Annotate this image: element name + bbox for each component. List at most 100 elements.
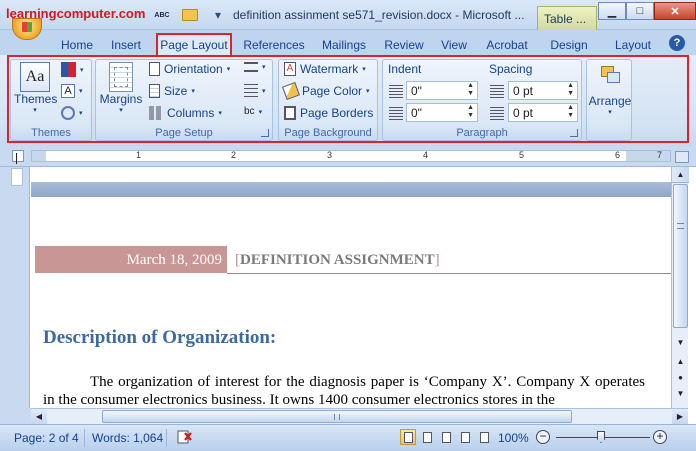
theme-colors-button[interactable]: ▾ — [61, 62, 84, 77]
page-color-label: Page Color — [302, 84, 363, 98]
minimize-button[interactable]: ▁ — [598, 2, 626, 20]
page-color-icon — [282, 82, 300, 100]
columns-label: Columns — [167, 106, 215, 120]
page-background-group: A Watermark ▾ Page Color ▾ Page Borders Pag… — [278, 59, 378, 141]
spacing-after-field[interactable]: 0 pt ▲ ▼ — [508, 103, 578, 122]
zoom-out-button[interactable]: − — [536, 430, 550, 444]
outline-view-button[interactable] — [457, 429, 473, 445]
margins-button[interactable]: Margins ▾ — [98, 62, 144, 114]
columns-icon — [149, 106, 163, 120]
page-setup-group-label: Page Setup — [155, 127, 213, 139]
indent-right-icon — [389, 107, 403, 121]
scroll-right-button[interactable]: ▶ — [672, 409, 688, 424]
arrange-group: Arrange ▾ — [586, 59, 632, 141]
draft-view-button[interactable] — [476, 429, 492, 445]
indent-right-field[interactable]: 0" ▲ ▼ — [406, 103, 478, 122]
tab-selector-icon[interactable] — [12, 150, 24, 162]
title-bar: learningcomputer.com ABC ▾ definition as… — [0, 0, 696, 30]
hyphenation-icon: bc — [244, 106, 255, 117]
spacing-heading: Spacing — [489, 62, 533, 76]
ruler-number: 4 — [423, 150, 429, 160]
themes-group: Aa Themes ▾ ▾ A ▾ ▾ Themes — [10, 59, 92, 141]
line-numbers-button[interactable]: ▾ — [244, 84, 266, 98]
page-count-status[interactable]: Page: 2 of 4 — [14, 431, 79, 445]
zoom-in-button[interactable]: + — [653, 430, 667, 444]
watermark-button[interactable]: A Watermark ▾ — [284, 62, 366, 76]
columns-button[interactable]: Columns ▾ — [149, 106, 222, 120]
scroll-left-button[interactable]: ◀ — [31, 409, 47, 424]
horizontal-scroll-thumb[interactable] — [102, 410, 572, 423]
print-layout-view-button[interactable] — [400, 429, 416, 445]
themes-label: Themes — [14, 92, 58, 106]
tab-mailings[interactable]: Mailings — [317, 33, 371, 55]
spelling-icon[interactable]: ABC — [150, 5, 174, 25]
theme-effects-icon — [61, 106, 75, 120]
themes-dropdown-icon: ▾ — [33, 107, 37, 114]
tab-insert[interactable]: Insert — [106, 33, 146, 55]
next-page-button[interactable]: ▼ — [672, 387, 689, 401]
help-icon[interactable]: ? — [669, 35, 685, 51]
tab-home[interactable]: Home — [57, 33, 97, 55]
page-break-gap — [31, 182, 671, 197]
select-browse-object-button[interactable]: ● — [672, 371, 689, 385]
word-count-status[interactable]: Words: 1,064 — [92, 431, 163, 445]
header-title: [DEFINITION ASSIGNMENT] — [235, 252, 440, 268]
margins-icon — [109, 62, 133, 92]
orientation-button[interactable]: Orientation ▾ — [149, 62, 230, 76]
page-borders-icon — [284, 106, 296, 120]
web-layout-view-button[interactable] — [438, 429, 454, 445]
maximize-button[interactable]: □ — [626, 2, 654, 20]
breaks-button[interactable]: ▾ — [244, 62, 266, 72]
ruler-number: 2 — [231, 150, 237, 160]
indent-left-field[interactable]: 0" ▲ ▼ — [406, 81, 478, 100]
tab-page-layout[interactable]: Page Layout — [156, 33, 232, 55]
tab-layout[interactable]: Layout — [609, 33, 657, 55]
hyphenation-button[interactable]: bc ▾ — [244, 106, 262, 117]
open-folder-icon[interactable] — [178, 5, 202, 25]
indent-left-icon — [389, 85, 403, 99]
previous-page-bottom — [31, 167, 671, 182]
vertical-scroll-thumb[interactable] — [673, 184, 688, 328]
horizontal-scrollbar[interactable]: ◀ ▶ — [31, 408, 688, 424]
document-page[interactable]: March 18, 2009 [DEFINITION ASSIGNMENT] D… — [31, 167, 671, 408]
size-button[interactable]: Size ▾ — [149, 84, 195, 98]
tab-references[interactable]: References — [241, 33, 307, 55]
themes-button[interactable]: Aa Themes ▾ — [14, 62, 58, 114]
horizontal-ruler[interactable]: 1 2 3 4 5 6 7 — [31, 150, 671, 162]
tab-review[interactable]: Review — [381, 33, 427, 55]
vertical-scrollbar[interactable]: ▲ ▼ ▲ ● ▼ — [671, 167, 689, 408]
tab-design[interactable]: Design — [545, 33, 593, 55]
status-bar: Page: 2 of 4 Words: 1,064 100% − + — [0, 424, 696, 451]
page-color-button[interactable]: Page Color ▾ — [282, 82, 370, 100]
orientation-label: Orientation — [164, 62, 223, 76]
theme-effects-button[interactable]: ▾ — [61, 106, 83, 120]
header-rule — [227, 273, 671, 274]
ribbon-tab-strip: Home Insert Page Layout References Maili… — [0, 30, 696, 55]
watermark-label: Watermark — [300, 62, 359, 76]
scroll-down-button[interactable]: ▼ — [672, 335, 689, 351]
ruler-number: 7 — [657, 150, 663, 160]
full-screen-reading-view-button[interactable] — [419, 429, 435, 445]
ruler-number: 3 — [327, 150, 333, 160]
table-tools-contextual-tab[interactable]: Table ... — [537, 6, 597, 30]
zoom-level[interactable]: 100% — [498, 431, 529, 445]
arrange-button[interactable]: Arrange ▾ — [587, 64, 633, 116]
paragraph-launcher-icon[interactable] — [570, 129, 578, 137]
page-borders-button[interactable]: Page Borders — [284, 106, 373, 120]
section-heading: Description of Organization: — [43, 327, 277, 348]
zoom-slider-thumb[interactable] — [597, 431, 605, 443]
previous-page-button[interactable]: ▲ — [672, 355, 689, 369]
close-button[interactable]: ✕ — [654, 2, 696, 20]
window-title: definition assinment se571_revision.docx… — [233, 8, 525, 22]
tab-view[interactable]: View — [436, 33, 472, 55]
theme-fonts-button[interactable]: A ▾ — [61, 84, 83, 98]
scroll-up-button[interactable]: ▲ — [672, 167, 689, 183]
customize-icon[interactable]: ▾ — [206, 5, 230, 25]
tab-acrobat[interactable]: Acrobat — [482, 33, 532, 55]
proofing-icon[interactable] — [176, 428, 194, 449]
page-setup-launcher-icon[interactable] — [261, 129, 269, 137]
indent-heading: Indent — [388, 62, 422, 76]
view-ruler-icon[interactable] — [675, 151, 689, 163]
themes-group-label: Themes — [31, 127, 71, 139]
spacing-before-field[interactable]: 0 pt ▲ ▼ — [508, 81, 578, 100]
